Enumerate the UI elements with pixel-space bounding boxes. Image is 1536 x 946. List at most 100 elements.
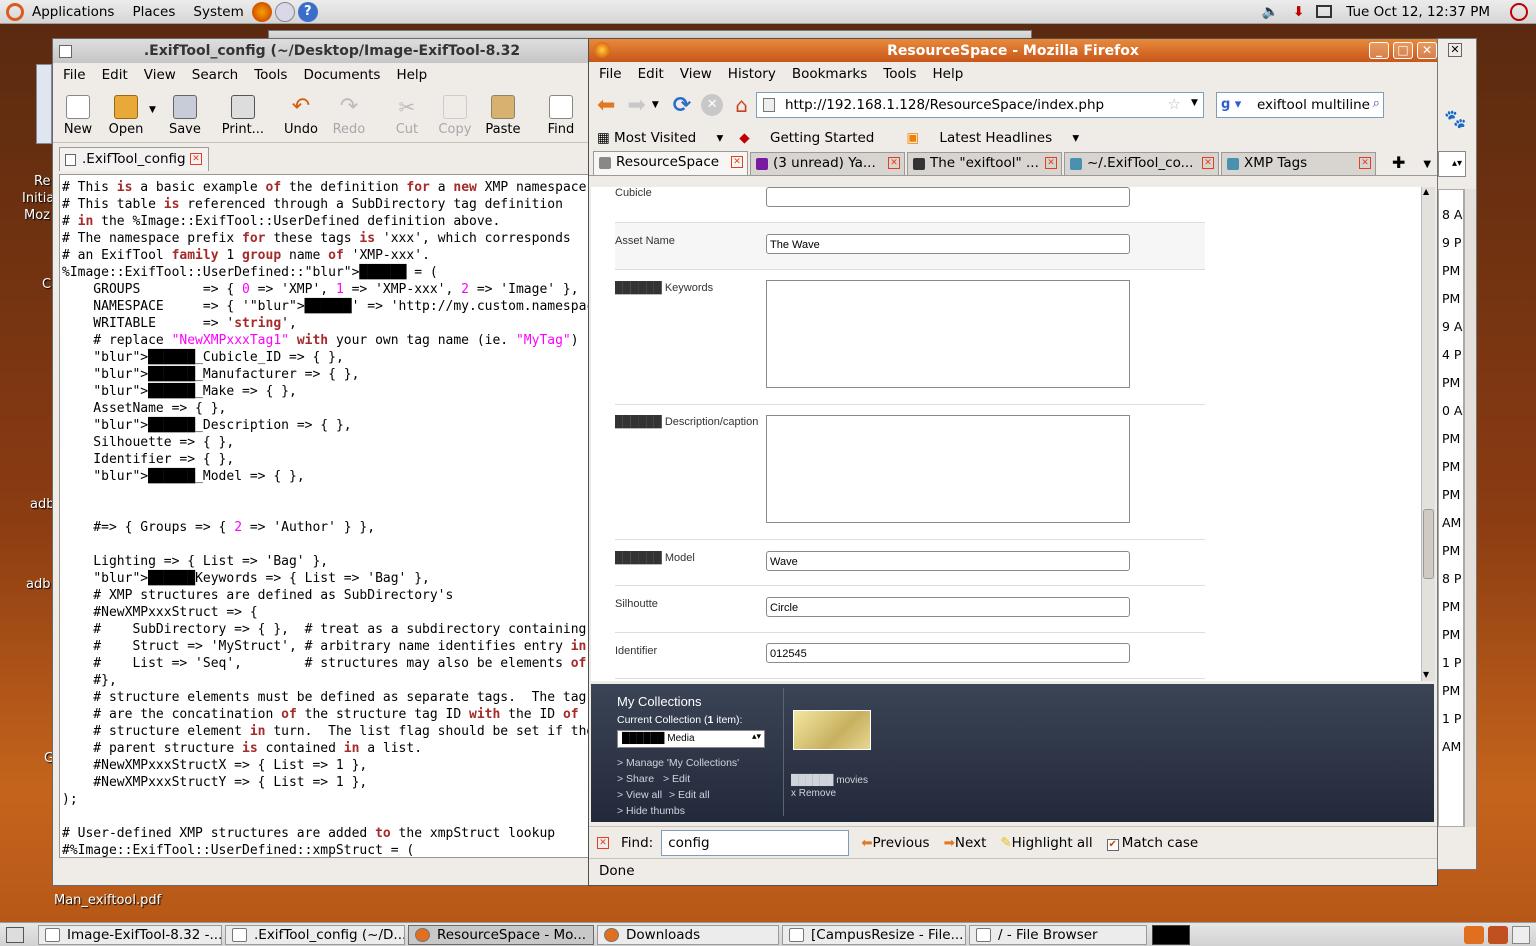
find-next-button[interactable]: ➡Next [944, 835, 987, 851]
taskbar-item[interactable]: .ExifTool_config (~/D... [225, 924, 405, 945]
tab-resourcespace[interactable]: ResourceSpace ✕ [593, 151, 748, 175]
reload-icon[interactable]: ⟳ [673, 93, 691, 118]
close-window-icon[interactable]: ✕ [1448, 43, 1462, 57]
highlight-all-button[interactable]: ✎Highlight all [1000, 835, 1092, 851]
close-tab-icon[interactable]: ✕ [1045, 157, 1057, 169]
file-modified-time[interactable]: PM [1442, 627, 1464, 642]
taskbar-item[interactable]: [CampusResize - File... [782, 924, 966, 945]
close-button[interactable]: ✕ [1417, 42, 1437, 59]
bookmark-getting-started[interactable]: ◆ Getting Started [739, 130, 890, 146]
page-scrollbar[interactable]: ▲ ▼ [1421, 187, 1435, 681]
back-icon[interactable]: ⬅ [597, 93, 615, 118]
share-link[interactable]: > Share [617, 773, 654, 785]
new-button[interactable]: New [59, 95, 97, 137]
file-modified-time[interactable]: PM [1442, 291, 1464, 306]
description-textarea[interactable] [766, 415, 1130, 523]
match-case-checkbox[interactable]: ✔ Match case [1106, 835, 1198, 851]
ff-menu-history[interactable]: History [728, 66, 776, 82]
file-modified-time[interactable]: PM [1442, 543, 1464, 558]
firefox-titlebar[interactable]: ResourceSpace - Mozilla Firefox _ □ ✕ [589, 39, 1437, 62]
find-previous-button[interactable]: ⬅Previous [861, 835, 929, 851]
copy-button[interactable]: Copy [436, 95, 474, 137]
file-list-scrollbar[interactable] [1464, 189, 1476, 827]
keywords-textarea[interactable] [766, 280, 1130, 388]
help-launcher-icon[interactable]: ? [297, 1, 318, 22]
hide-thumbs-link[interactable]: > Hide thumbs [617, 805, 685, 817]
gedit-document-tab[interactable]: .ExifTool_config ✕ [59, 147, 209, 171]
tab-exiftool-forum[interactable]: The "exiftool" ... ✕ [907, 152, 1062, 175]
ff-menu-tools[interactable]: Tools [883, 66, 916, 82]
bookmark-latest-headlines[interactable]: ▣ Latest Headlines ▾ [906, 130, 1079, 146]
file-modified-time[interactable]: PM [1442, 599, 1464, 614]
search-bar[interactable]: g ▾ exiftool multiline ⌕ [1215, 92, 1384, 118]
open-button[interactable]: Open [107, 95, 145, 137]
system-monitor-applet[interactable] [1152, 924, 1190, 945]
find-button[interactable]: Find [542, 95, 580, 137]
gedit-titlebar[interactable]: .ExifTool_config (~/Desktop/Image-ExifTo… [53, 39, 611, 63]
network-icon[interactable] [1316, 5, 1333, 18]
gedit-menu-edit[interactable]: Edit [102, 67, 128, 83]
maximize-button[interactable]: □ [1393, 42, 1413, 59]
new-tab-icon[interactable]: ✚ [1392, 153, 1405, 172]
taskbar-item[interactable]: Downloads [597, 924, 779, 945]
close-tab-icon[interactable]: ✕ [1359, 157, 1371, 169]
stop-icon[interactable]: ✕ [701, 94, 724, 116]
spin-control[interactable]: ▴▾ [1438, 151, 1466, 177]
forward-icon[interactable]: ➡ [627, 93, 645, 118]
power-icon[interactable] [1510, 2, 1528, 21]
desktop-icon-label[interactable]: adb [26, 577, 50, 592]
bookmark-star-icon[interactable]: ☆ [1167, 95, 1180, 113]
close-tab-icon[interactable]: ✕ [888, 157, 900, 169]
view-all-link[interactable]: > View all [617, 789, 662, 801]
ff-menu-help[interactable]: Help [933, 66, 964, 82]
save-button[interactable]: Save [166, 95, 204, 137]
scroll-thumb[interactable] [1423, 509, 1434, 579]
file-modified-time[interactable]: 9 P [1442, 235, 1464, 250]
search-icon[interactable]: ⌕ [1373, 96, 1380, 111]
file-modified-time[interactable]: PM [1442, 683, 1464, 698]
ubuntu-logo-icon[interactable] [6, 2, 24, 21]
file-modified-time[interactable]: PM [1442, 487, 1464, 502]
gedit-menu-documents[interactable]: Documents [303, 67, 380, 83]
cubicle-input[interactable] [766, 187, 1130, 207]
file-modified-time[interactable]: 1 P [1442, 711, 1464, 726]
system-menu[interactable]: System [193, 4, 243, 20]
asset-name-input[interactable]: The Wave [766, 234, 1130, 254]
pdf-file-label[interactable]: Man_exiftool.pdf [54, 893, 161, 908]
ff-menu-view[interactable]: View [680, 66, 712, 82]
scroll-up-icon[interactable]: ▲ [1423, 187, 1429, 196]
close-findbar-icon[interactable]: ✕ [597, 836, 609, 849]
undo-button[interactable]: ↶ Undo [282, 95, 320, 138]
file-modified-time[interactable]: AM [1442, 739, 1464, 754]
ff-menu-bookmarks[interactable]: Bookmarks [792, 66, 867, 82]
file-modified-time[interactable]: PM [1442, 375, 1464, 390]
file-modified-time[interactable]: 0 A [1442, 403, 1464, 418]
minimize-button[interactable]: _ [1369, 42, 1389, 59]
redo-button[interactable]: ↷ Redo [330, 95, 368, 138]
clock[interactable]: Tue Oct 12, 12:37 PM [1346, 4, 1490, 20]
history-dropdown-icon[interactable]: ▼ [652, 100, 659, 110]
paste-button[interactable]: Paste [484, 95, 522, 137]
manage-collections-link[interactable]: > Manage 'My Collections' [617, 757, 739, 769]
silhouette-input[interactable]: Circle [766, 597, 1130, 617]
find-input[interactable]: config [661, 829, 850, 856]
bookmark-most-visited[interactable]: ▦ Most Visited ▾ [597, 130, 723, 146]
places-menu[interactable]: Places [132, 4, 175, 20]
gedit-menu-help[interactable]: Help [396, 67, 427, 83]
applications-menu[interactable]: Applications [32, 4, 114, 20]
home-icon[interactable]: ⌂ [735, 93, 748, 117]
file-modified-time[interactable]: AM [1442, 515, 1464, 530]
file-modified-time[interactable]: PM [1442, 431, 1464, 446]
workspace-app-icon[interactable] [1464, 925, 1484, 944]
desktop-icon-label[interactable]: Moz [24, 208, 50, 223]
close-tab-icon[interactable]: ✕ [190, 153, 202, 165]
open-recent-dropdown-icon[interactable]: ▼ [149, 105, 156, 115]
ff-menu-file[interactable]: File [599, 66, 622, 82]
edit-all-link[interactable]: > Edit all [669, 789, 710, 801]
code-editor[interactable]: # This is a basic example of the definit… [59, 174, 607, 858]
tab-list-icon[interactable]: ▼ [1423, 159, 1431, 170]
gedit-menu-view[interactable]: View [144, 67, 176, 83]
print-button[interactable]: Print... [222, 95, 264, 137]
remove-link[interactable]: x Remove [791, 788, 836, 799]
site-identity-icon[interactable] [762, 98, 775, 112]
